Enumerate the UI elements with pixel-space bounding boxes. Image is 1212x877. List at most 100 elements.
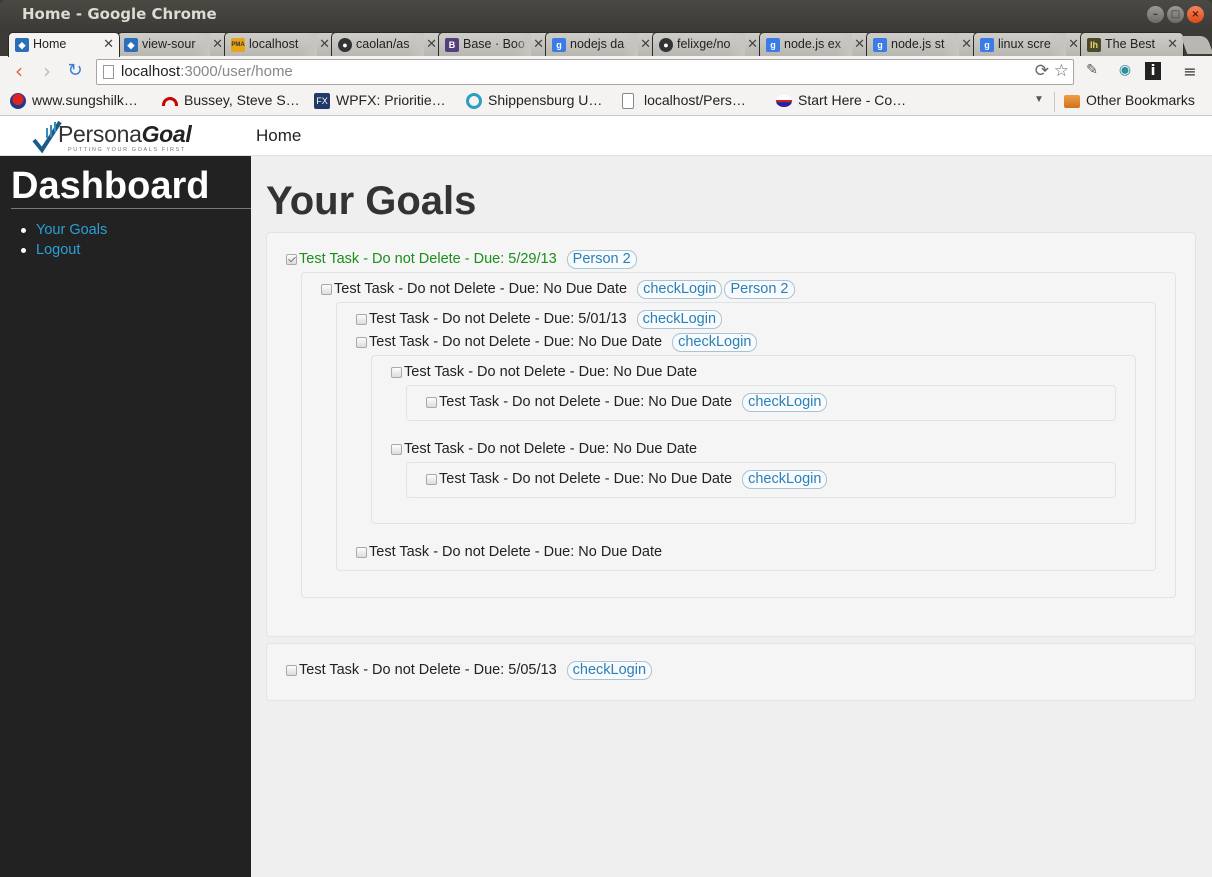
- task-tag[interactable]: checkLogin: [637, 280, 723, 299]
- tab[interactable]: ● felixge/no ✕: [652, 32, 764, 56]
- task-checkbox[interactable]: [426, 474, 437, 485]
- task-label: Test Task - Do not Delete - Due: 5/29/13: [299, 251, 557, 267]
- fx-icon: FX: [314, 93, 330, 109]
- close-tab-icon[interactable]: ✕: [640, 36, 651, 52]
- close-window-icon[interactable]: ×: [1187, 6, 1204, 23]
- task-tag[interactable]: Person 2: [566, 250, 637, 269]
- bookmark-item[interactable]: Bussey, Steve S…: [162, 92, 300, 108]
- close-tab-icon[interactable]: ✕: [747, 36, 758, 52]
- task-checkbox[interactable]: [391, 367, 402, 378]
- nav-home-link[interactable]: Home: [256, 126, 301, 146]
- task-row: Test Task - Do not Delete - Due: 5/05/13…: [286, 661, 653, 680]
- google-icon: g: [980, 38, 994, 52]
- sidebar-item-your-goals: Your Goals: [21, 220, 251, 240]
- task-row: Test Task - Do not Delete - Due: No Due …: [356, 543, 662, 561]
- tab[interactable]: g node.js ex ✕: [759, 32, 871, 56]
- task-checkbox[interactable]: [286, 254, 297, 265]
- bookmarks-bar: www.sungshilk… Bussey, Steve S… FX WPFX:…: [0, 88, 1212, 116]
- task-checkbox[interactable]: [356, 314, 367, 325]
- tab[interactable]: B Base · Boo ✕: [438, 32, 550, 56]
- tab-label: The Best: [1105, 37, 1156, 51]
- task-label: Test Task - Do not Delete - Due: No Due …: [439, 471, 733, 487]
- menu-icon[interactable]: ≡: [1180, 62, 1200, 82]
- tab-home[interactable]: ◆ Home ✕: [8, 32, 120, 57]
- forward-icon[interactable]: ›: [36, 61, 58, 83]
- tab[interactable]: g linux scre ✕: [973, 32, 1085, 56]
- bookmark-item[interactable]: www.sungshilk…: [10, 92, 138, 109]
- tab[interactable]: g node.js st ✕: [866, 32, 978, 56]
- tab-label: node.js st: [891, 37, 945, 51]
- task-tag[interactable]: checkLogin: [672, 333, 758, 352]
- bookmark-item[interactable]: Shippensburg U…: [466, 92, 602, 109]
- extension-wave-icon[interactable]: ◉: [1115, 62, 1135, 82]
- close-tab-icon[interactable]: ✕: [1068, 36, 1079, 52]
- bootstrap-icon: B: [445, 38, 459, 52]
- extension-icon[interactable]: ✎: [1082, 62, 1102, 82]
- bookmark-label: Start Here - Co…: [798, 92, 907, 108]
- tab[interactable]: ◆ view-sour ✕: [117, 32, 229, 56]
- task-label: Test Task - Do not Delete - Due: No Due …: [404, 441, 698, 457]
- browser-toolbar: ‹ › ↻ localhost:3000/user/home ⟳ ☆ ✎ ◉ i…: [0, 56, 1212, 88]
- close-tab-icon[interactable]: ✕: [319, 36, 330, 52]
- tab-label: felixge/no: [677, 37, 731, 51]
- brand-logo[interactable]: PersonaGoal PUTTING YOUR GOALS FIRST: [32, 118, 222, 154]
- task-checkbox[interactable]: [356, 547, 367, 558]
- back-icon[interactable]: ‹: [8, 61, 30, 83]
- task-tag[interactable]: checkLogin: [742, 470, 828, 489]
- bookmark-item[interactable]: FX WPFX: Prioritie…: [314, 92, 446, 109]
- tab[interactable]: g nodejs da ✕: [545, 32, 657, 56]
- address-bar[interactable]: localhost:3000/user/home ⟳ ☆: [96, 59, 1074, 85]
- logout-link[interactable]: Logout: [36, 242, 80, 258]
- new-tab-button[interactable]: [1180, 36, 1212, 54]
- task-label: Test Task - Do not Delete - Due: No Due …: [404, 364, 698, 380]
- close-tab-icon[interactable]: ✕: [426, 36, 437, 52]
- your-goals-link[interactable]: Your Goals: [36, 222, 107, 238]
- task-row: Test Task - Do not Delete - Due: 5/29/13…: [286, 250, 637, 269]
- minimize-icon[interactable]: –: [1147, 6, 1164, 23]
- tab[interactable]: ● caolan/as ✕: [331, 32, 443, 56]
- task-tag[interactable]: Person 2: [724, 280, 795, 299]
- maximize-icon[interactable]: □: [1167, 6, 1184, 23]
- sync-icon[interactable]: ⟳: [1035, 61, 1049, 80]
- chevron-down-icon[interactable]: ▼: [1034, 94, 1044, 105]
- tab-label: node.js ex: [784, 37, 841, 51]
- close-tab-icon[interactable]: ✕: [212, 36, 223, 52]
- google-icon: g: [552, 38, 566, 52]
- task-tag[interactable]: checkLogin: [636, 310, 723, 329]
- bookmark-item[interactable]: Start Here - Co…: [776, 92, 906, 108]
- arc-icon: [162, 97, 178, 106]
- brand-persona: Persona: [58, 121, 142, 147]
- task-checkbox[interactable]: [356, 337, 367, 348]
- task-row: Test Task - Do not Delete - Due: No Due …: [426, 393, 828, 412]
- tab[interactable]: lh The Best ✕: [1080, 32, 1184, 56]
- task-checkbox[interactable]: [391, 444, 402, 455]
- vscode-icon: ◆: [124, 38, 138, 52]
- task-checkbox[interactable]: [426, 397, 437, 408]
- app-navbar: PersonaGoal PUTTING YOUR GOALS FIRST Hom…: [0, 116, 1212, 156]
- close-tab-icon[interactable]: ✕: [961, 36, 972, 52]
- task-tag[interactable]: checkLogin: [742, 393, 828, 412]
- lh-icon: lh: [1087, 38, 1101, 52]
- task-label: Test Task - Do not Delete - Due: 5/05/13: [299, 662, 557, 678]
- task-tag[interactable]: checkLogin: [566, 661, 653, 680]
- other-bookmarks[interactable]: Other Bookmarks: [1064, 92, 1195, 108]
- task-checkbox[interactable]: [321, 284, 332, 295]
- tab-label: localhost: [249, 37, 299, 51]
- star-icon[interactable]: ☆: [1054, 61, 1069, 80]
- task-checkbox[interactable]: [286, 665, 297, 676]
- main-content: Your Goals: [266, 156, 1196, 224]
- close-tab-icon[interactable]: ✕: [1167, 36, 1178, 52]
- brand-tagline: PUTTING YOUR GOALS FIRST: [68, 147, 186, 153]
- reload-icon[interactable]: ↻: [64, 61, 86, 83]
- info-extension-icon[interactable]: i: [1145, 62, 1161, 80]
- close-tab-icon[interactable]: ✕: [103, 36, 114, 52]
- pma-icon: PMA: [231, 38, 245, 52]
- close-tab-icon[interactable]: ✕: [533, 36, 544, 52]
- tab-label: caolan/as: [356, 37, 410, 51]
- bookmark-item[interactable]: localhost/Pers…: [622, 92, 746, 109]
- close-tab-icon[interactable]: ✕: [854, 36, 865, 52]
- shippensburg-icon: [466, 93, 482, 109]
- tab[interactable]: PMA localhost ✕: [224, 32, 336, 56]
- task-row: Test Task - Do not Delete - Due: 5/01/13…: [356, 310, 723, 329]
- start-here-icon: [776, 95, 792, 107]
